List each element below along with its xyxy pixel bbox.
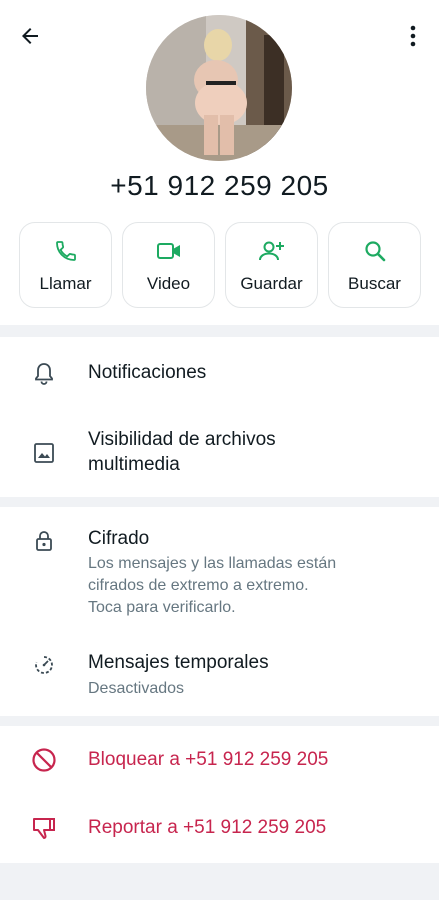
media-visibility-label-2: multimedia: [88, 454, 180, 475]
search-button[interactable]: Buscar: [328, 222, 421, 308]
video-label: Video: [146, 274, 191, 293]
report-row[interactable]: Reportar a +51 912 259 205: [0, 794, 439, 862]
timer-icon: [35, 656, 53, 674]
notifications-label: Notificaciones: [88, 362, 207, 383]
privacy-section: Cifrado Los mensajes y las llamadas está…: [0, 507, 439, 716]
media-visibility-label-1: Visibilidad de archivos: [88, 429, 276, 450]
encryption-row[interactable]: Cifrado Los mensajes y las llamadas está…: [0, 507, 439, 627]
disappearing-messages-row[interactable]: Mensajes temporales Desactivados: [0, 637, 439, 707]
contact-phone-number: +51 912 259 205: [110, 170, 329, 201]
contact-avatar[interactable]: [146, 15, 292, 161]
block-label: Bloquear a +51 912 259 205: [88, 749, 329, 770]
block-row[interactable]: Bloquear a +51 912 259 205: [0, 726, 439, 794]
phone-icon: [55, 241, 76, 261]
media-visibility-row[interactable]: Visibilidad de archivos multimedia: [0, 417, 439, 489]
encryption-desc-1: Los mensajes y las llamadas están: [88, 555, 337, 572]
lock-icon: [36, 531, 52, 551]
quick-actions: Llamar Video Guardar Buscar: [19, 222, 421, 308]
contact-header: +51 912 259 205 Llamar Video Guardar Bus…: [0, 0, 439, 325]
save-contact-button[interactable]: Guardar: [225, 222, 318, 308]
search-label: Buscar: [348, 274, 401, 293]
encryption-desc-2: cifrados de extremo a extremo.: [88, 577, 309, 594]
encryption-title: Cifrado: [88, 528, 150, 549]
report-label: Reportar a +51 912 259 205: [88, 817, 327, 838]
call-button[interactable]: Llamar: [19, 222, 112, 308]
video-call-button[interactable]: Video: [122, 222, 215, 308]
back-button[interactable]: [14, 20, 46, 52]
image-icon: [34, 443, 54, 463]
thumbs-down-icon: [33, 818, 55, 839]
settings-section: Notificaciones Visibilidad de archivos m…: [0, 337, 439, 497]
danger-section: Bloquear a +51 912 259 205 Reportar a +5…: [0, 726, 439, 863]
encryption-desc-3: Toca para verificarlo.: [88, 599, 236, 616]
search-icon: [364, 241, 385, 262]
more-options-button[interactable]: [401, 20, 425, 52]
save-label: Guardar: [240, 274, 303, 293]
block-icon: [32, 748, 56, 772]
video-icon: [156, 243, 180, 259]
add-person-icon: [258, 241, 284, 261]
disappearing-title: Mensajes temporales: [88, 652, 269, 673]
bell-icon: [35, 363, 53, 385]
disappearing-status: Desactivados: [88, 680, 185, 697]
arrow-left-icon: [22, 28, 38, 44]
more-vert-icon: [410, 25, 416, 47]
notifications-row[interactable]: Notificaciones: [0, 337, 439, 409]
call-label: Llamar: [39, 274, 92, 293]
